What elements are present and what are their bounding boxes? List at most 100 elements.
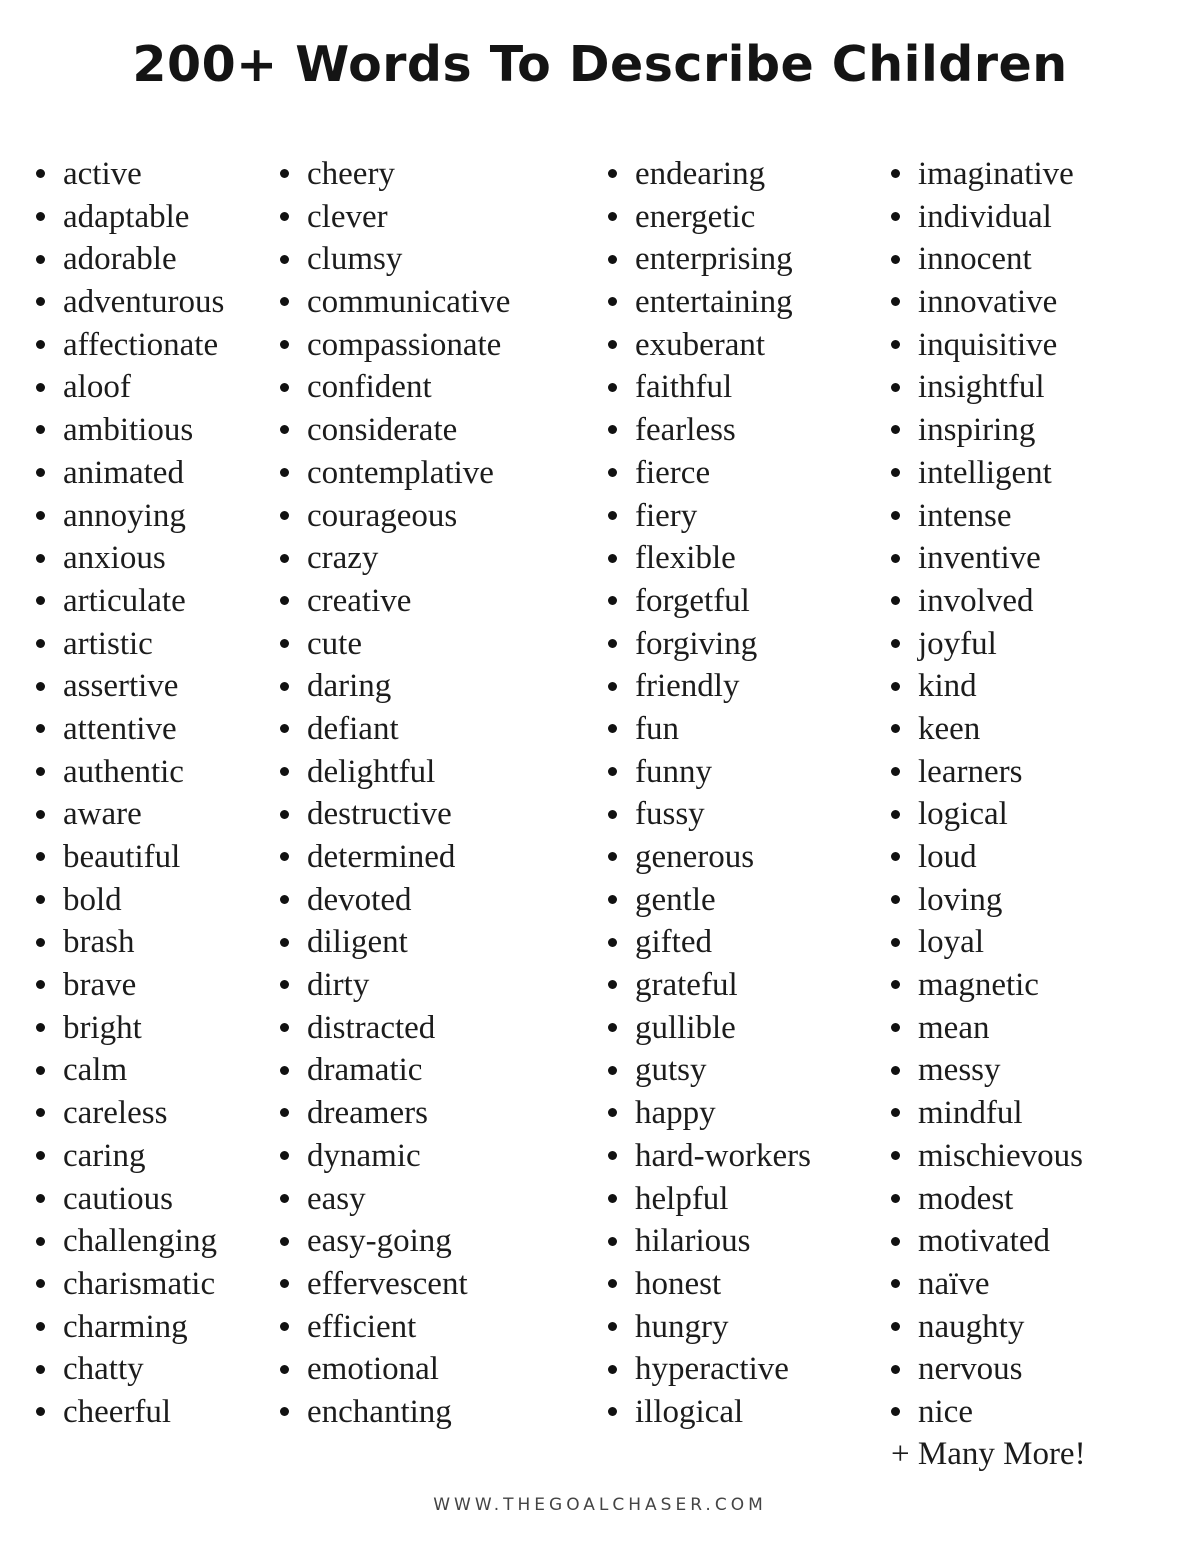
word-text: exuberant xyxy=(635,326,766,363)
word-text: adorable xyxy=(63,241,177,278)
bullet-icon xyxy=(891,852,900,862)
word-text: emotional xyxy=(307,1351,439,1388)
word-text: hard-workers xyxy=(635,1137,811,1174)
word-text: easy-going xyxy=(307,1223,452,1260)
word-text: nice xyxy=(918,1393,973,1430)
word-text: flexible xyxy=(635,540,736,577)
word-text: ambitious xyxy=(63,412,194,449)
bullet-icon xyxy=(280,1407,289,1417)
bullet-icon xyxy=(36,1193,45,1203)
word-text: assertive xyxy=(63,668,179,705)
bullet-icon xyxy=(608,596,617,606)
bullet-icon xyxy=(36,852,45,862)
word-text: charismatic xyxy=(63,1265,216,1302)
bullet-icon xyxy=(891,510,900,520)
word-text: loving xyxy=(918,881,1003,918)
word-text: intelligent xyxy=(918,454,1052,491)
bullet-icon xyxy=(280,681,289,691)
word-text: attentive xyxy=(63,710,177,747)
word-text: insightful xyxy=(918,369,1045,406)
word-text: adventurous xyxy=(63,284,225,321)
word-text: innocent xyxy=(918,241,1032,278)
bullet-icon xyxy=(608,340,617,350)
word-text: happy xyxy=(635,1095,716,1132)
bullet-icon xyxy=(280,809,289,819)
page-title: 200+ Words To Describe Children xyxy=(132,36,1068,93)
word-text: authentic xyxy=(63,753,184,790)
bullet-icon xyxy=(36,809,45,819)
bullet-icon xyxy=(608,895,617,905)
word-text: joyful xyxy=(918,625,997,662)
word-text: careless xyxy=(63,1095,168,1132)
word-text: endearing xyxy=(635,156,766,192)
word-text: adaptable xyxy=(63,198,190,235)
bullet-icon xyxy=(36,1321,45,1331)
bullet-icon xyxy=(36,1065,45,1075)
bullet-icon xyxy=(891,468,900,478)
word-text: learners xyxy=(918,753,1023,790)
bullet-icon xyxy=(36,596,45,606)
word-text: grateful xyxy=(635,967,738,1004)
word-text: confident xyxy=(307,369,432,406)
word-text: gullible xyxy=(635,1009,736,1046)
bullet-icon xyxy=(608,510,617,520)
bullet-icon xyxy=(891,895,900,905)
bullet-icon xyxy=(280,254,289,264)
bullet-icon xyxy=(608,681,617,691)
word-text: considerate xyxy=(307,412,458,449)
word-text: innovative xyxy=(918,284,1058,321)
bullet-icon xyxy=(891,1236,900,1246)
bullet-icon xyxy=(608,1236,617,1246)
bullet-icon xyxy=(891,1023,900,1033)
bullet-icon xyxy=(608,724,617,734)
bullet-icon xyxy=(891,1065,900,1075)
word-text: modest xyxy=(918,1180,1014,1217)
word-text: messy xyxy=(918,1052,1001,1089)
bullet-icon xyxy=(608,1151,617,1161)
bullet-icon xyxy=(280,1364,289,1374)
bullet-icon xyxy=(608,1193,617,1203)
bullet-icon xyxy=(36,553,45,563)
word-text: contemplative xyxy=(307,454,494,491)
bullet-icon xyxy=(280,1023,289,1033)
word-text: devoted xyxy=(307,881,412,918)
word-text: illogical xyxy=(635,1393,744,1430)
word-text: chatty xyxy=(63,1351,144,1388)
bullet-icon xyxy=(36,510,45,520)
word-text: inquisitive xyxy=(918,326,1058,363)
bullet-icon xyxy=(608,1023,617,1033)
bullet-icon xyxy=(280,1279,289,1289)
bullet-icon xyxy=(36,468,45,478)
bullet-icon xyxy=(36,1279,45,1289)
bullet-icon xyxy=(608,1065,617,1075)
bullet-icon xyxy=(36,638,45,648)
word-text: calm xyxy=(63,1052,128,1089)
word-text: creative xyxy=(307,582,412,619)
word-text: magnetic xyxy=(918,967,1039,1004)
bullet-icon xyxy=(280,1065,289,1075)
bullet-icon xyxy=(891,724,900,734)
bullet-icon xyxy=(280,638,289,648)
word-text: intense xyxy=(918,497,1012,534)
word-text: gifted xyxy=(635,924,712,961)
word-text: inspiring xyxy=(918,412,1036,449)
word-text: annoying xyxy=(63,497,186,534)
word-text: friendly xyxy=(635,668,740,705)
bullet-icon xyxy=(608,212,617,222)
bullet-icon xyxy=(608,852,617,862)
word-text: fussy xyxy=(635,796,705,833)
word-text: naïve xyxy=(918,1265,990,1302)
bullet-icon xyxy=(891,1364,900,1374)
word-text: artistic xyxy=(63,625,153,662)
word-text: gentle xyxy=(635,881,716,918)
bullet-icon xyxy=(891,1321,900,1331)
word-text: cheerful xyxy=(63,1393,172,1430)
bullet-icon xyxy=(608,1321,617,1331)
word-text: gutsy xyxy=(635,1052,707,1089)
bullet-icon xyxy=(36,1364,45,1374)
word-text: enchanting xyxy=(307,1393,452,1430)
bullet-icon xyxy=(608,468,617,478)
bullet-icon xyxy=(891,340,900,350)
word-text: distracted xyxy=(307,1009,436,1046)
bullet-icon xyxy=(280,596,289,606)
